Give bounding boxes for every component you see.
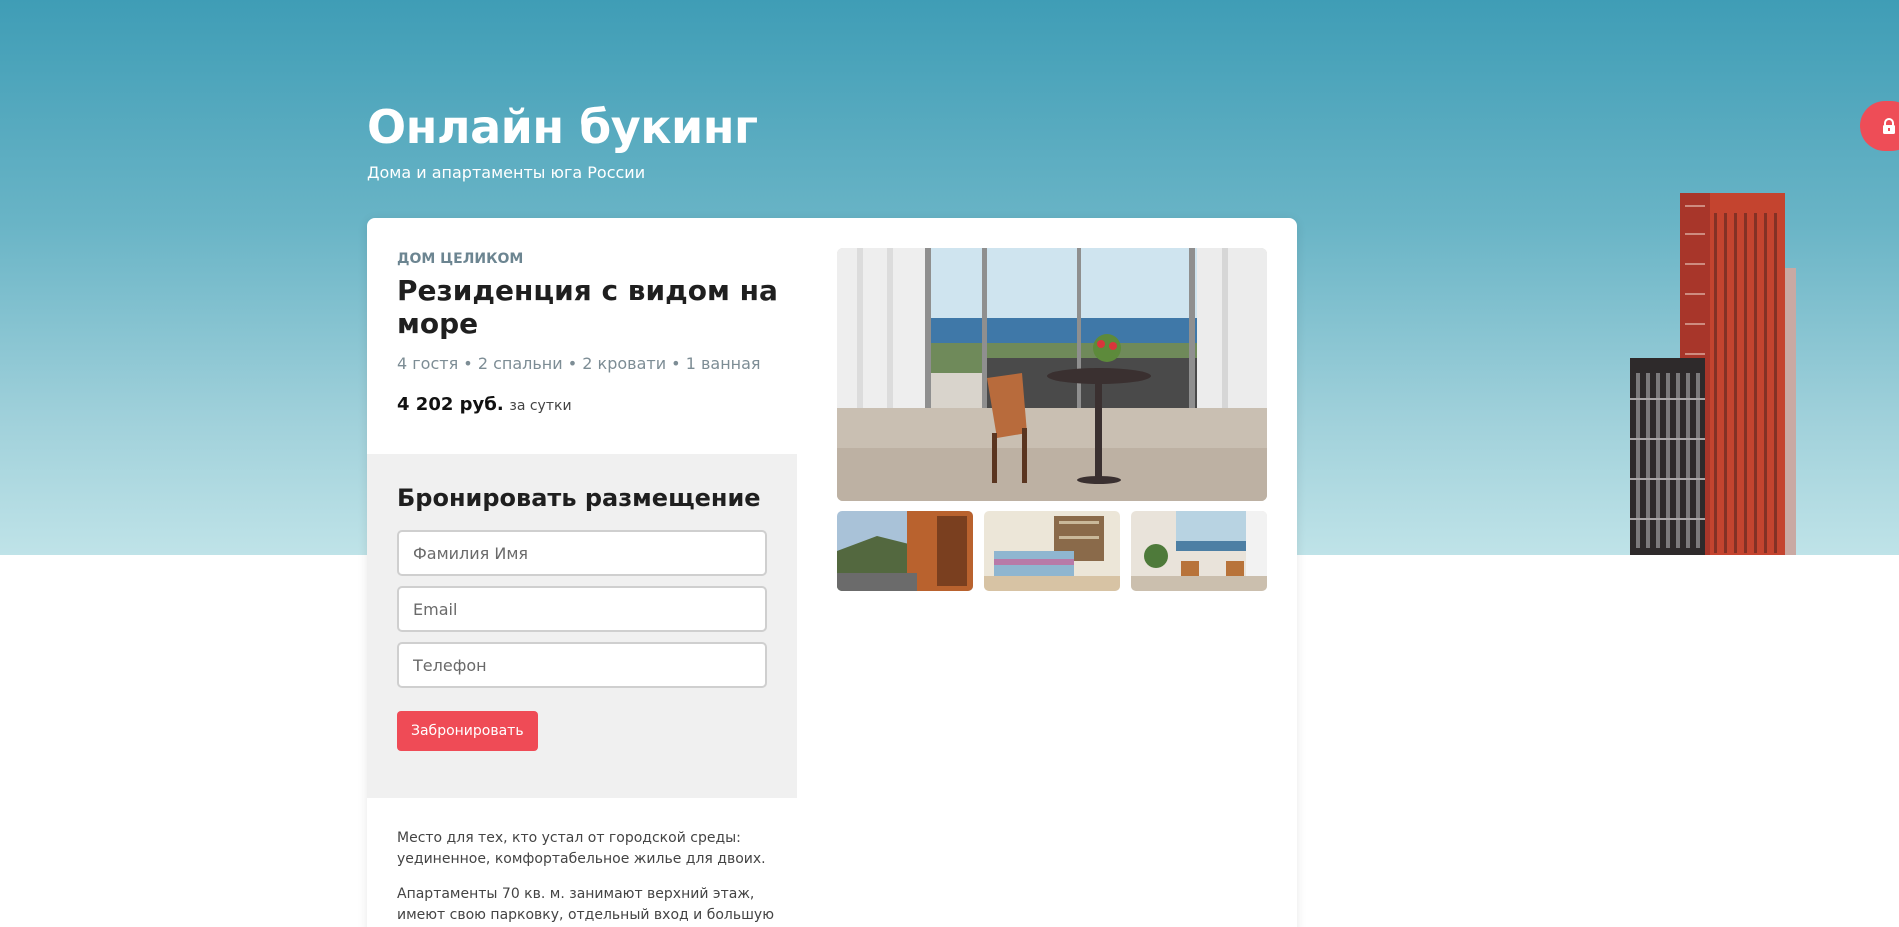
thumbnail-photo[interactable] [984, 511, 1120, 591]
booking-form: Бронировать размещение Забронировать [367, 454, 797, 798]
phone-field[interactable] [397, 642, 767, 688]
property-title: Резиденция с видом на море [397, 274, 778, 340]
price-amount: 4 202 руб. [397, 394, 504, 415]
site-subtitle: Дома и апартаменты юга России [367, 163, 646, 182]
description-paragraph: Место для тех, кто устал от городской ср… [397, 830, 766, 867]
lock-icon [1882, 118, 1896, 134]
thumbnail-photo[interactable] [1131, 511, 1267, 591]
price-unit: за сутки [509, 398, 572, 414]
thumbnail-photo[interactable] [837, 511, 973, 591]
booking-title: Бронировать размещение [397, 484, 761, 512]
building-illustration [1630, 193, 1810, 555]
main-photo[interactable] [837, 248, 1267, 501]
description-paragraph: Апартаменты 70 кв. м. занимают верхний э… [397, 886, 774, 923]
email-field[interactable] [397, 586, 767, 632]
book-button[interactable]: Забронировать [397, 711, 538, 751]
property-type: Дом целиком [397, 251, 524, 267]
name-field[interactable] [397, 530, 767, 576]
property-specs: 4 гостя • 2 спальни • 2 кровати • 1 ванн… [397, 354, 761, 373]
site-title: Онлайн букинг [367, 100, 758, 154]
property-card: Дом целиком Резиденция с видом на море 4… [367, 218, 1297, 927]
property-price: 4 202 руб. за сутки [397, 394, 572, 415]
